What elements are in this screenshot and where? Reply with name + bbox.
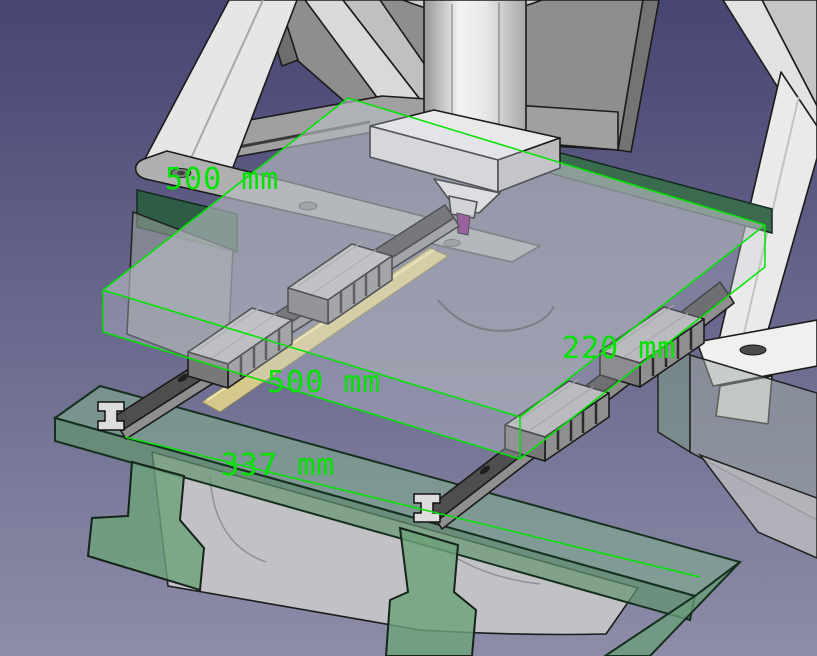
foot-bar-hole [739, 344, 767, 356]
dimension-label-center[interactable]: 500 mm [267, 365, 381, 400]
dimension-label-lower-left[interactable]: 337 mm [221, 448, 335, 483]
dimension-label-right[interactable]: 220 mm [562, 331, 676, 366]
dimension-label-upper-left[interactable]: 500 mm [165, 162, 279, 197]
cad-3d-viewport[interactable]: 500 mm 220 mm 500 mm 337 mm [0, 0, 817, 656]
